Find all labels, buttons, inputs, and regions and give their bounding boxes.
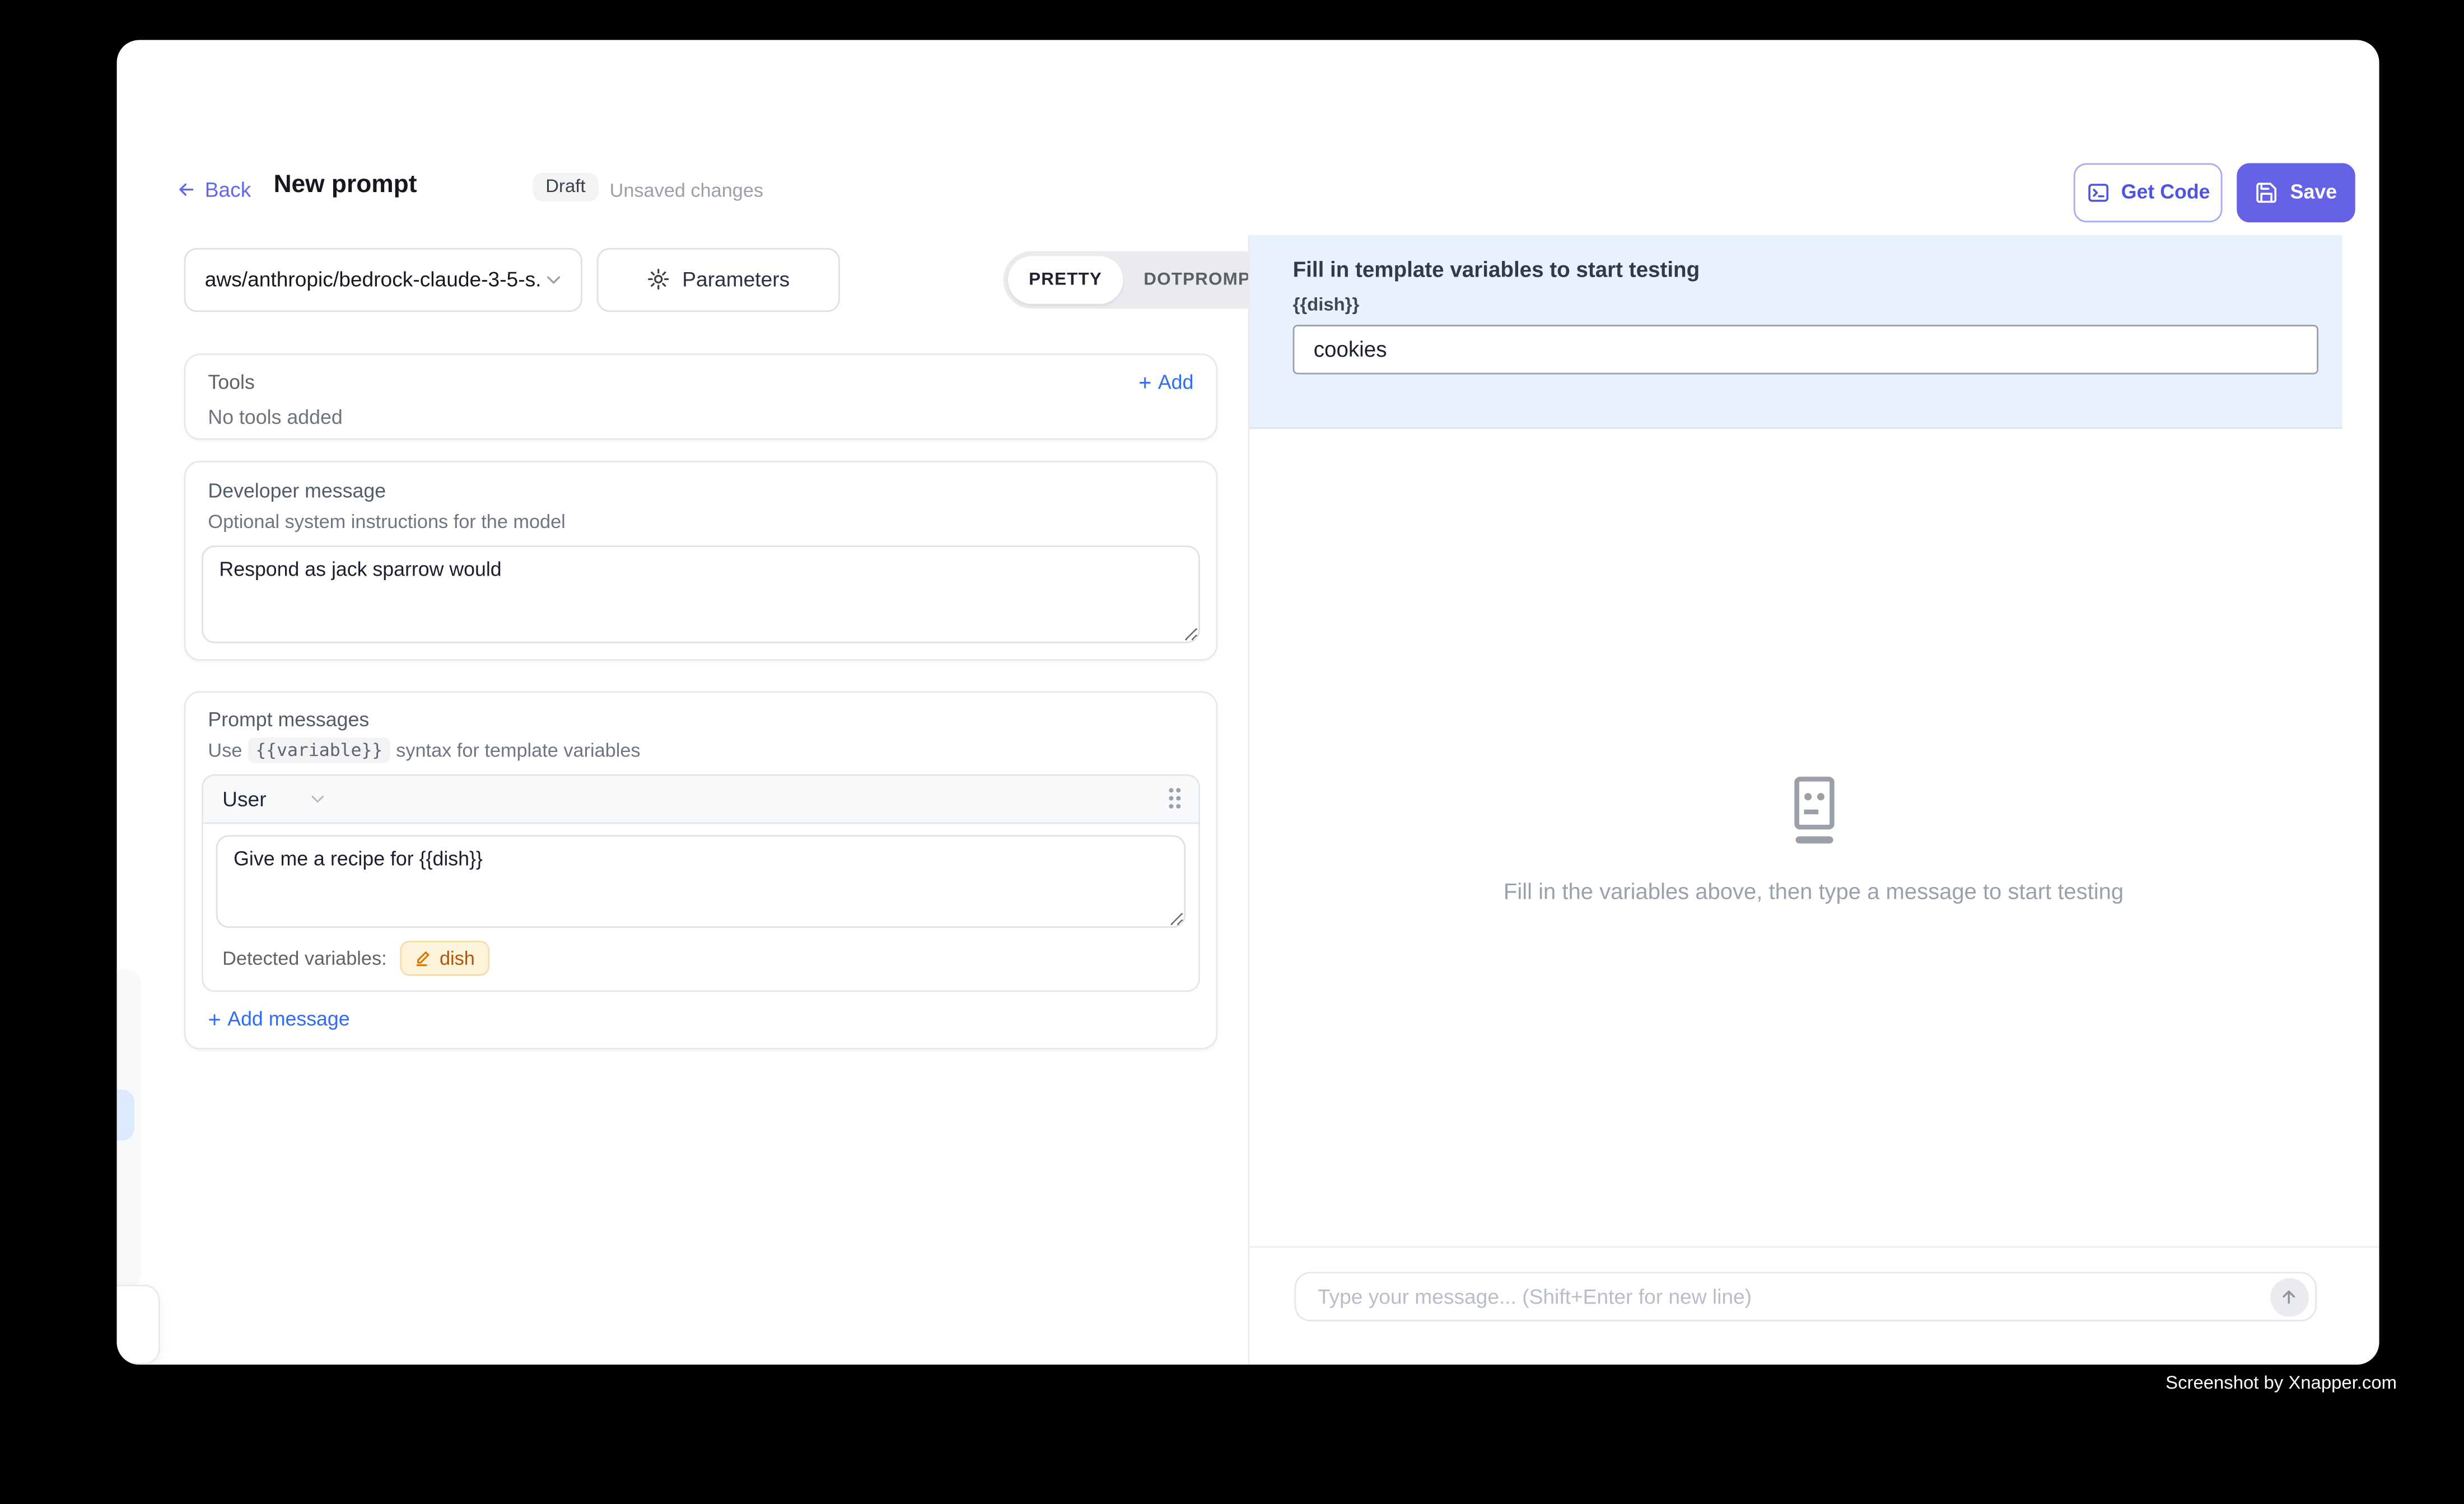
developer-message-title: Developer message bbox=[202, 479, 1200, 502]
page-title: New prompt bbox=[274, 170, 417, 199]
dish-variable-input[interactable] bbox=[1293, 325, 2318, 375]
chevron-down-icon bbox=[308, 788, 329, 809]
tester-empty-text: Fill in the variables above, then type a… bbox=[1504, 877, 2124, 903]
get-code-button[interactable]: Get Code bbox=[2074, 162, 2223, 222]
screenshot-stage: Back New prompt Draft Unsaved changes Ge… bbox=[0, 0, 2464, 1504]
format-toggle: PRETTY DOTPROMPT bbox=[1003, 250, 1287, 308]
parameters-button[interactable]: Parameters bbox=[597, 247, 840, 311]
chat-input-bar bbox=[1294, 1271, 2316, 1321]
tester-empty-state: Fill in the variables above, then type a… bbox=[1248, 775, 2379, 903]
message-header: User bbox=[203, 775, 1198, 823]
add-tool-button[interactable]: + Add bbox=[1138, 370, 1193, 393]
plus-icon: + bbox=[1138, 372, 1151, 391]
variable-chip-dish[interactable]: dish bbox=[400, 940, 489, 975]
variable-syntax-chip: {{variable}} bbox=[248, 737, 391, 763]
terminal-icon bbox=[2086, 180, 2110, 204]
user-message-textarea[interactable]: Give me a recipe for {{dish}} bbox=[216, 834, 1186, 927]
unsaved-changes-text: Unsaved changes bbox=[610, 179, 764, 201]
template-variables-title: Fill in template variables to start test… bbox=[1293, 258, 2318, 282]
role-value: User bbox=[222, 786, 266, 810]
back-label: Back bbox=[205, 177, 251, 201]
drag-handle-icon[interactable] bbox=[1166, 786, 1183, 811]
developer-message-textarea[interactable]: Respond as jack sparrow would bbox=[202, 545, 1200, 642]
prompt-messages-subtitle: Use {{variable}} syntax for template var… bbox=[202, 739, 1200, 761]
chat-message-input[interactable] bbox=[1314, 1282, 2263, 1310]
model-selector[interactable]: aws/anthropic/bedrock-claude-3-5-s... bbox=[184, 247, 582, 311]
send-button[interactable] bbox=[2270, 1278, 2308, 1316]
get-code-label: Get Code bbox=[2121, 181, 2210, 203]
template-variables-panel: Fill in template variables to start test… bbox=[1249, 235, 2342, 429]
save-icon bbox=[2255, 180, 2279, 204]
pencil-icon bbox=[414, 949, 431, 966]
plus-icon: + bbox=[208, 1008, 221, 1027]
role-selector[interactable]: User bbox=[222, 786, 329, 810]
chevron-down-icon bbox=[543, 268, 565, 291]
add-tool-label: Add bbox=[1158, 370, 1194, 393]
gear-icon bbox=[647, 267, 671, 291]
variable-chip-label: dish bbox=[440, 946, 475, 969]
parameters-label: Parameters bbox=[682, 267, 790, 291]
sidebar-peek-card bbox=[117, 1284, 160, 1364]
tools-title: Tools bbox=[208, 370, 254, 393]
toggle-pretty[interactable]: PRETTY bbox=[1008, 255, 1123, 303]
subtitle-prefix: Use bbox=[208, 739, 242, 761]
add-message-label: Add message bbox=[227, 1007, 349, 1030]
subtitle-suffix: syntax for template variables bbox=[396, 739, 640, 761]
back-button[interactable]: Back bbox=[176, 177, 251, 201]
model-selector-value: aws/anthropic/bedrock-claude-3-5-s... bbox=[205, 267, 543, 291]
back-arrow-icon bbox=[176, 179, 197, 199]
tools-card: Tools + Add No tools added bbox=[184, 353, 1218, 439]
dish-variable-label: {{dish}} bbox=[1293, 296, 2318, 315]
robot-icon bbox=[1781, 775, 1845, 846]
save-button[interactable]: Save bbox=[2237, 162, 2355, 222]
prompt-messages-card: Prompt messages Use {{variable}} syntax … bbox=[184, 690, 1218, 1049]
message-body: Give me a recipe for {{dish}} Detected v… bbox=[203, 823, 1198, 989]
status-badge: Draft bbox=[533, 173, 598, 202]
developer-message-subtitle: Optional system instructions for the mod… bbox=[202, 510, 1200, 532]
message-block: User Give me a recipe for {{dish}} Detec… bbox=[202, 773, 1200, 991]
save-label: Save bbox=[2290, 181, 2337, 203]
watermark-text: Screenshot by Xnapper.com bbox=[2166, 1374, 2397, 1393]
detected-variables-label: Detected variables: bbox=[222, 946, 387, 969]
app-window: Back New prompt Draft Unsaved changes Ge… bbox=[117, 39, 2379, 1364]
chat-divider bbox=[1249, 1245, 2379, 1247]
detected-variables-row: Detected variables: dish bbox=[216, 937, 1186, 978]
arrow-up-icon bbox=[2279, 1287, 2299, 1307]
sidebar-peek-active-item bbox=[117, 1089, 134, 1139]
tools-empty-text: No tools added bbox=[208, 405, 1193, 428]
prompt-messages-title: Prompt messages bbox=[202, 708, 1200, 730]
developer-message-card: Developer message Optional system instru… bbox=[184, 460, 1218, 660]
add-message-button[interactable]: + Add message bbox=[202, 1007, 1200, 1030]
